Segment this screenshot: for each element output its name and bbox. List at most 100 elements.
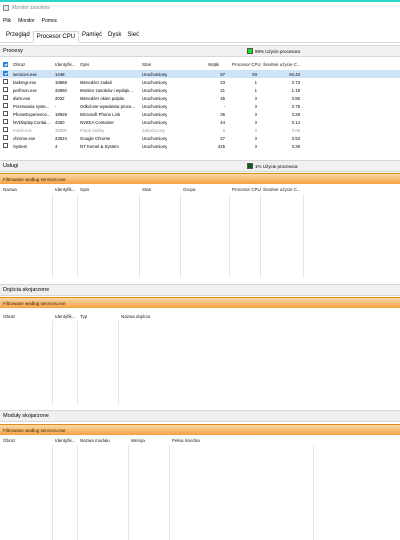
table-row[interactable]: dwm.exe 2032 Menedżer okien pulpitu Uruchom… <box>0 94 400 102</box>
svc-col-name[interactable]: Nazwa <box>3 187 17 192</box>
menu-help[interactable]: Pomoc <box>42 18 58 24</box>
process-image: System <box>13 143 28 149</box>
table-row[interactable]: mmdr.exe 35000 Pulpit zdalny Zakończony 5 0 0.… <box>0 126 400 134</box>
menu-file[interactable]: Plik <box>3 18 11 24</box>
mod-divider <box>128 445 129 540</box>
process-pid: 4 <box>55 143 58 149</box>
process-avg-cpu: 0.80 <box>291 95 300 101</box>
handles-header[interactable]: Dojścia skojarzone <box>0 284 400 296</box>
svc-divider <box>260 194 261 278</box>
process-threads: 44 <box>220 119 225 125</box>
mod-col-module-name[interactable]: Nazwa modułu <box>80 438 110 443</box>
tab-disk[interactable]: Dysk <box>105 30 124 42</box>
process-cpu: 0 <box>254 127 257 133</box>
col-cpu[interactable]: Procesor CPU <box>232 62 261 67</box>
svc-divider <box>139 194 140 278</box>
modules-header[interactable]: Moduły skojarzone <box>0 410 400 422</box>
handles-title: Dojścia skojarzone <box>3 287 50 293</box>
processes-column-header: Obraz Identyfik... Opis Stan Wątki Proce… <box>0 60 400 69</box>
col-pid[interactable]: Identyfik... <box>55 62 76 67</box>
process-status: Uruchomiony <box>142 111 168 117</box>
table-row[interactable]: NVDisplay.Contai... 4360 NVIDIA Container U… <box>0 118 400 126</box>
process-status: Uruchomiony <box>142 103 168 109</box>
row-checkbox[interactable] <box>3 111 8 116</box>
col-status[interactable]: Stan <box>142 62 151 67</box>
table-row[interactable]: System 4 NT Kernel & System Uruchomiony 425 0… <box>0 142 400 150</box>
tab-memory[interactable]: Pamięć <box>79 30 105 42</box>
svc-divider <box>52 194 53 278</box>
hnd-col-image[interactable]: Obraz <box>3 314 15 319</box>
svc-col-avg-cpu[interactable]: Średnie użycie C... <box>263 187 301 192</box>
tab-strip: Przegląd Procesor CPU Pamięć Dysk Sieć <box>0 29 400 43</box>
table-row[interactable]: perfmon.exe 33960 Monitor zasobów i wydajn… <box>0 86 400 94</box>
hnd-divider <box>77 321 78 405</box>
title-bar: Monitor zasobów <box>0 0 400 14</box>
mod-col-pid[interactable]: Identyfik... <box>55 438 76 443</box>
table-row[interactable]: chrome.exe 23524 Google Chrome Uruchomiony 2… <box>0 134 400 142</box>
col-description[interactable]: Opis <box>80 62 89 67</box>
row-checkbox[interactable] <box>3 71 8 76</box>
process-description: Pulpit zdalny <box>80 127 105 133</box>
services-header[interactable]: Usługi <box>0 160 400 172</box>
svc-col-status[interactable]: Stan <box>142 187 151 192</box>
row-checkbox[interactable] <box>3 87 8 92</box>
process-status: Uruchomiony <box>142 135 168 141</box>
col-avg-cpu[interactable]: Średnie użycie C... <box>263 62 301 67</box>
process-avg-cpu: 84.43 <box>289 71 300 77</box>
process-status: Uruchomiony <box>142 71 168 77</box>
row-checkbox[interactable] <box>3 79 8 84</box>
svc-col-group[interactable]: Grupa <box>183 187 196 192</box>
process-threads: 45 <box>220 95 225 101</box>
table-row[interactable]: services.exe 1448 Uruchomiony 57 93 84.43 <box>0 70 400 78</box>
table-row[interactable]: Przerwania syste... - Odłożone wywołania p… <box>0 102 400 110</box>
table-row[interactable]: PhoneExperience... 18928 Microsoft Phone L… <box>0 110 400 118</box>
processes-cpu-usage: 99% Użycie procesora <box>247 48 300 54</box>
mod-col-full-path[interactable]: Pełna ścieżka <box>172 438 200 443</box>
svc-divider <box>303 194 304 278</box>
process-pid: 1448 <box>55 71 65 77</box>
col-image[interactable]: Obraz <box>13 62 25 67</box>
table-row[interactable]: taskmgr.exe 18868 Menedżer zadań Uruchomion… <box>0 78 400 86</box>
process-description: Odłożone wywołania proce... <box>80 103 135 109</box>
process-avg-cpu: 0.39 <box>291 143 300 149</box>
processes-header[interactable]: Procesy <box>0 45 400 57</box>
process-threads: 23 <box>220 79 225 85</box>
mod-col-image[interactable]: Obraz <box>3 438 15 443</box>
svc-divider <box>229 194 230 278</box>
mod-col-version[interactable]: Wersja <box>131 438 145 443</box>
process-image: Przerwania syste... <box>13 103 50 109</box>
process-cpu: 0 <box>254 103 257 109</box>
row-checkbox[interactable] <box>3 103 8 108</box>
select-all-checkbox[interactable] <box>3 62 8 67</box>
row-checkbox[interactable] <box>3 127 8 132</box>
row-checkbox[interactable] <box>3 95 8 100</box>
process-threads: 57 <box>220 71 225 77</box>
mod-divider <box>169 445 170 540</box>
hnd-col-handle-name[interactable]: Nazwa dojścia <box>121 314 150 319</box>
tab-network[interactable]: Sieć <box>124 30 142 42</box>
process-cpu: 0 <box>254 135 257 141</box>
cpu-usage-swatch <box>247 48 253 54</box>
col-threads[interactable]: Wątki <box>208 62 219 67</box>
svc-col-pid[interactable]: Identyfik... <box>55 187 76 192</box>
modules-filter-band: Filtrowane według services.exe <box>0 424 400 435</box>
tab-cpu[interactable]: Procesor CPU <box>32 31 80 43</box>
hnd-col-type[interactable]: Typ <box>80 314 87 319</box>
process-status: Uruchomiony <box>142 95 168 101</box>
process-cpu: 1 <box>254 79 257 85</box>
tab-overview[interactable]: Przegląd <box>3 30 33 42</box>
row-checkbox[interactable] <box>3 143 8 148</box>
mod-divider <box>313 445 314 540</box>
row-checkbox[interactable] <box>3 119 8 124</box>
svc-col-description[interactable]: Opis <box>80 187 89 192</box>
svc-col-cpu[interactable]: Procesor CPU <box>232 187 261 192</box>
process-cpu: 1 <box>254 87 257 93</box>
processes-empty-area <box>0 152 400 160</box>
process-status: Zakończony <box>142 127 166 133</box>
menu-bar: Plik Monitor Pomoc <box>0 16 400 26</box>
menu-monitor[interactable]: Monitor <box>18 18 35 24</box>
row-checkbox[interactable] <box>3 135 8 140</box>
process-avg-cpu: 0.75 <box>291 103 300 109</box>
hnd-col-pid[interactable]: Identyfik... <box>55 314 76 319</box>
services-usage-label: 1% Użycie procesora <box>255 163 298 169</box>
